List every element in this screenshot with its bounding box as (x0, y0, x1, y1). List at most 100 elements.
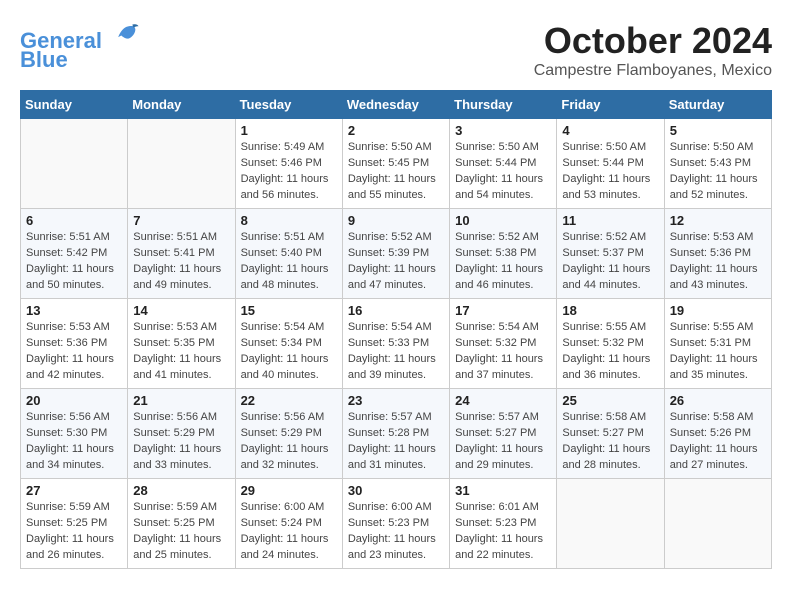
calendar-week-row: 6 Sunrise: 5:51 AMSunset: 5:42 PMDaylight… (21, 209, 772, 299)
day-info: Sunrise: 5:51 AMSunset: 5:41 PMDaylight:… (133, 230, 229, 294)
day-number: 21 (133, 393, 229, 408)
calendar-cell: 11 Sunrise: 5:52 AMSunset: 5:37 PMDayligh… (557, 209, 664, 299)
calendar-cell (664, 479, 771, 569)
day-info: Sunrise: 5:50 AMSunset: 5:43 PMDaylight:… (670, 140, 766, 204)
calendar-cell: 31Sunrise: 6:01 AMSunset: 5:23 PMDayligh… (450, 479, 557, 569)
day-number: 20 (26, 393, 122, 408)
day-number: 23 (348, 393, 444, 408)
day-number: 13 (26, 303, 122, 318)
day-number: 29 (241, 483, 337, 498)
day-number: 27 (26, 483, 122, 498)
calendar-week-row: 20 Sunrise: 5:56 AMSunset: 5:30 PMDayligh… (21, 389, 772, 479)
month-title: October 2024 (534, 20, 772, 62)
day-info: Sunrise: 5:54 AMSunset: 5:34 PMDaylight:… (241, 320, 337, 384)
calendar-cell: 2Sunrise: 5:50 AMSunset: 5:45 PMDaylight… (342, 119, 449, 209)
day-info: Sunrise: 5:52 AMSunset: 5:37 PMDaylight:… (562, 230, 658, 294)
calendar-cell: 18Sunrise: 5:55 AMSunset: 5:32 PMDayligh… (557, 299, 664, 389)
day-number: 25 (562, 393, 658, 408)
day-info: Sunrise: 5:54 AMSunset: 5:33 PMDaylight:… (348, 320, 444, 384)
weekday-header-sunday: Sunday (21, 91, 128, 119)
weekday-header-thursday: Thursday (450, 91, 557, 119)
day-number: 31 (455, 483, 551, 498)
day-number: 3 (455, 123, 551, 138)
weekday-header-wednesday: Wednesday (342, 91, 449, 119)
day-number: 14 (133, 303, 229, 318)
day-info: Sunrise: 5:55 AMSunset: 5:31 PMDaylight:… (670, 320, 766, 384)
day-info: Sunrise: 5:59 AMSunset: 5:25 PMDaylight:… (133, 500, 229, 564)
day-info: Sunrise: 5:50 AMSunset: 5:44 PMDaylight:… (455, 140, 551, 204)
weekday-header-monday: Monday (128, 91, 235, 119)
calendar-cell: 7 Sunrise: 5:51 AMSunset: 5:41 PMDaylight… (128, 209, 235, 299)
calendar-cell: 3 Sunrise: 5:50 AMSunset: 5:44 PMDaylight… (450, 119, 557, 209)
day-number: 6 (26, 213, 122, 228)
day-info: Sunrise: 5:54 AMSunset: 5:32 PMDaylight:… (455, 320, 551, 384)
day-number: 19 (670, 303, 766, 318)
day-number: 8 (241, 213, 337, 228)
day-number: 24 (455, 393, 551, 408)
page-header: General Blue October 2024 Campestre Flam… (20, 20, 772, 80)
calendar-cell: 22Sunrise: 5:56 AMSunset: 5:29 PMDayligh… (235, 389, 342, 479)
day-number: 4 (562, 123, 658, 138)
calendar-cell: 9 Sunrise: 5:52 AMSunset: 5:39 PMDaylight… (342, 209, 449, 299)
calendar-cell (128, 119, 235, 209)
day-info: Sunrise: 5:52 AMSunset: 5:38 PMDaylight:… (455, 230, 551, 294)
day-info: Sunrise: 5:56 AMSunset: 5:29 PMDaylight:… (241, 410, 337, 474)
day-number: 7 (133, 213, 229, 228)
calendar-cell: 14 Sunrise: 5:53 AMSunset: 5:35 PMDayligh… (128, 299, 235, 389)
day-number: 17 (455, 303, 551, 318)
calendar-cell: 10 Sunrise: 5:52 AMSunset: 5:38 PMDayligh… (450, 209, 557, 299)
calendar-cell: 6 Sunrise: 5:51 AMSunset: 5:42 PMDaylight… (21, 209, 128, 299)
calendar-cell: 29 Sunrise: 6:00 AMSunset: 5:24 PMDayligh… (235, 479, 342, 569)
location: Campestre Flamboyanes, Mexico (534, 62, 772, 80)
calendar-cell: 27 Sunrise: 5:59 AMSunset: 5:25 PMDayligh… (21, 479, 128, 569)
calendar-cell: 24 Sunrise: 5:57 AMSunset: 5:27 PMDayligh… (450, 389, 557, 479)
day-number: 9 (348, 213, 444, 228)
day-number: 2 (348, 123, 444, 138)
calendar-cell: 13 Sunrise: 5:53 AMSunset: 5:36 PMDayligh… (21, 299, 128, 389)
day-info: Sunrise: 5:58 AMSunset: 5:27 PMDaylight:… (562, 410, 658, 474)
calendar-cell: 4Sunrise: 5:50 AMSunset: 5:44 PMDaylight… (557, 119, 664, 209)
calendar-cell: 19 Sunrise: 5:55 AMSunset: 5:31 PMDayligh… (664, 299, 771, 389)
day-info: Sunrise: 5:53 AMSunset: 5:36 PMDaylight:… (670, 230, 766, 294)
logo: General Blue (20, 20, 140, 73)
calendar-cell: 21 Sunrise: 5:56 AMSunset: 5:29 PMDayligh… (128, 389, 235, 479)
calendar-cell: 5 Sunrise: 5:50 AMSunset: 5:43 PMDaylight… (664, 119, 771, 209)
calendar-cell: 26Sunrise: 5:58 AMSunset: 5:26 PMDayligh… (664, 389, 771, 479)
logo-bird-icon (112, 20, 140, 48)
calendar-cell (21, 119, 128, 209)
day-number: 12 (670, 213, 766, 228)
day-number: 1 (241, 123, 337, 138)
calendar-cell: 28 Sunrise: 5:59 AMSunset: 5:25 PMDayligh… (128, 479, 235, 569)
day-info: Sunrise: 5:56 AMSunset: 5:29 PMDaylight:… (133, 410, 229, 474)
weekday-header-tuesday: Tuesday (235, 91, 342, 119)
day-info: Sunrise: 6:00 AMSunset: 5:24 PMDaylight:… (241, 500, 337, 564)
day-info: Sunrise: 5:57 AMSunset: 5:27 PMDaylight:… (455, 410, 551, 474)
day-info: Sunrise: 5:51 AMSunset: 5:42 PMDaylight:… (26, 230, 122, 294)
day-number: 5 (670, 123, 766, 138)
day-info: Sunrise: 5:51 AMSunset: 5:40 PMDaylight:… (241, 230, 337, 294)
day-number: 18 (562, 303, 658, 318)
calendar-week-row: 27 Sunrise: 5:59 AMSunset: 5:25 PMDayligh… (21, 479, 772, 569)
calendar-week-row: 13 Sunrise: 5:53 AMSunset: 5:36 PMDayligh… (21, 299, 772, 389)
calendar-cell: 8 Sunrise: 5:51 AMSunset: 5:40 PMDaylight… (235, 209, 342, 299)
calendar-cell (557, 479, 664, 569)
title-block: October 2024 Campestre Flamboyanes, Mexi… (534, 20, 772, 80)
day-info: Sunrise: 5:53 AMSunset: 5:36 PMDaylight:… (26, 320, 122, 384)
day-info: Sunrise: 5:53 AMSunset: 5:35 PMDaylight:… (133, 320, 229, 384)
day-number: 26 (670, 393, 766, 408)
day-number: 30 (348, 483, 444, 498)
day-number: 11 (562, 213, 658, 228)
calendar-cell: 17 Sunrise: 5:54 AMSunset: 5:32 PMDayligh… (450, 299, 557, 389)
day-number: 28 (133, 483, 229, 498)
day-info: Sunrise: 5:56 AMSunset: 5:30 PMDaylight:… (26, 410, 122, 474)
calendar-cell: 15 Sunrise: 5:54 AMSunset: 5:34 PMDayligh… (235, 299, 342, 389)
day-number: 15 (241, 303, 337, 318)
calendar-cell: 20 Sunrise: 5:56 AMSunset: 5:30 PMDayligh… (21, 389, 128, 479)
calendar-cell: 12 Sunrise: 5:53 AMSunset: 5:36 PMDayligh… (664, 209, 771, 299)
day-number: 10 (455, 213, 551, 228)
day-info: Sunrise: 6:00 AMSunset: 5:23 PMDaylight:… (348, 500, 444, 564)
calendar-cell: 16Sunrise: 5:54 AMSunset: 5:33 PMDayligh… (342, 299, 449, 389)
day-info: Sunrise: 5:59 AMSunset: 5:25 PMDaylight:… (26, 500, 122, 564)
day-info: Sunrise: 5:52 AMSunset: 5:39 PMDaylight:… (348, 230, 444, 294)
calendar-cell: 23Sunrise: 5:57 AMSunset: 5:28 PMDayligh… (342, 389, 449, 479)
